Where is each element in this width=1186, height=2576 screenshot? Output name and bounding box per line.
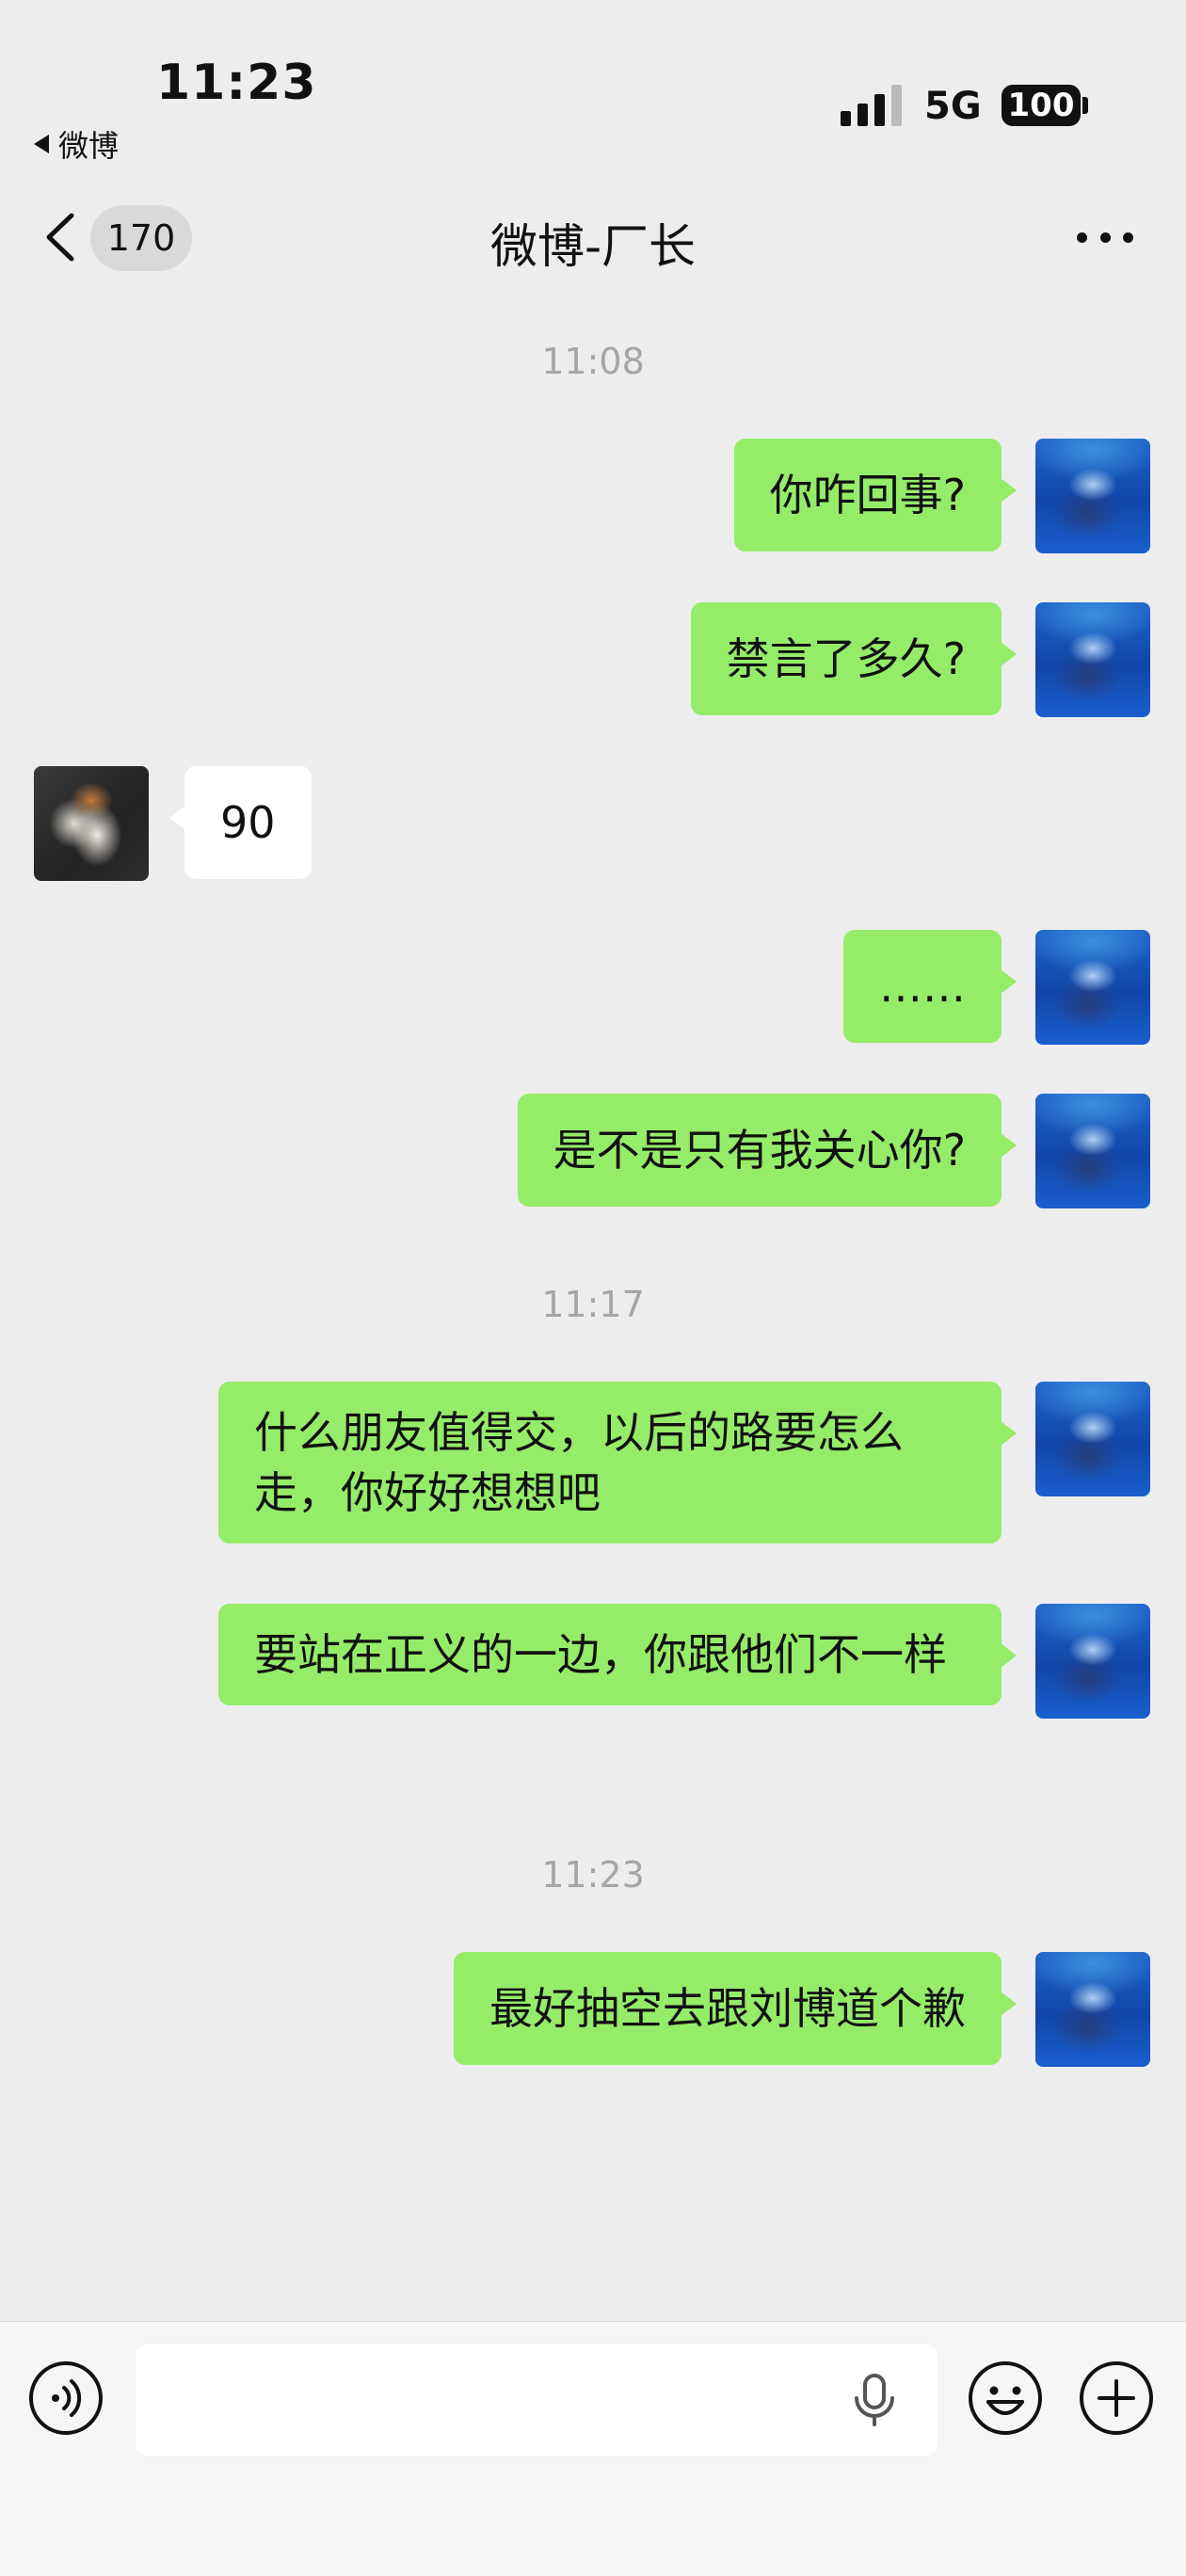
more-icon[interactable] bbox=[1077, 230, 1133, 245]
battery-level: 100 bbox=[1007, 87, 1075, 124]
timestamp: 11:08 bbox=[541, 341, 645, 382]
voice-icon[interactable] bbox=[28, 2360, 104, 2436]
my-avatar[interactable] bbox=[1035, 1952, 1150, 2067]
message-bubble-incoming[interactable]: 90 bbox=[169, 766, 312, 879]
signal-icon bbox=[841, 85, 902, 126]
message-bubble-outgoing[interactable]: 你咋回事? bbox=[733, 439, 1018, 552]
back-app-label: 微博 bbox=[58, 128, 120, 164]
message-bubble-outgoing[interactable]: 最好抽空去跟刘博道个歉 bbox=[454, 1952, 1017, 2065]
contact-avatar[interactable] bbox=[34, 766, 149, 881]
my-avatar[interactable] bbox=[1035, 1382, 1150, 1496]
chat-title: 微博-厂长 bbox=[489, 219, 697, 274]
message-bubble-outgoing[interactable]: …… bbox=[843, 930, 1017, 1043]
my-avatar[interactable] bbox=[1035, 1094, 1150, 1208]
my-avatar[interactable] bbox=[1035, 439, 1150, 553]
network-type: 5G bbox=[924, 85, 982, 128]
back-triangle-icon bbox=[34, 135, 49, 153]
battery-cap bbox=[1082, 97, 1088, 114]
timestamp: 11:23 bbox=[541, 1854, 645, 1896]
mic-icon[interactable] bbox=[851, 2374, 898, 2426]
my-avatar[interactable] bbox=[1035, 930, 1150, 1045]
plus-icon[interactable] bbox=[1079, 2360, 1154, 2436]
emoji-icon[interactable] bbox=[968, 2360, 1043, 2436]
message-bubble-outgoing[interactable]: 要站在正义的一边，你跟他们不一样 bbox=[218, 1604, 1017, 1705]
my-avatar[interactable] bbox=[1035, 1604, 1150, 1719]
back-to-app-link[interactable]: 微博 bbox=[34, 122, 119, 166]
status-time: 11:23 bbox=[156, 55, 317, 111]
message-input[interactable] bbox=[136, 2344, 938, 2456]
message-bubble-outgoing[interactable]: 是不是只有我关心你? bbox=[517, 1094, 1018, 1207]
message-bubble-outgoing[interactable]: 什么朋友值得交，以后的路要怎么走，你好好想想吧 bbox=[218, 1382, 1017, 1544]
message-bubble-outgoing[interactable]: 禁言了多久? bbox=[690, 602, 1018, 715]
battery-icon: 100 bbox=[1002, 85, 1081, 126]
timestamp: 11:17 bbox=[541, 1284, 645, 1325]
my-avatar[interactable] bbox=[1035, 602, 1150, 717]
